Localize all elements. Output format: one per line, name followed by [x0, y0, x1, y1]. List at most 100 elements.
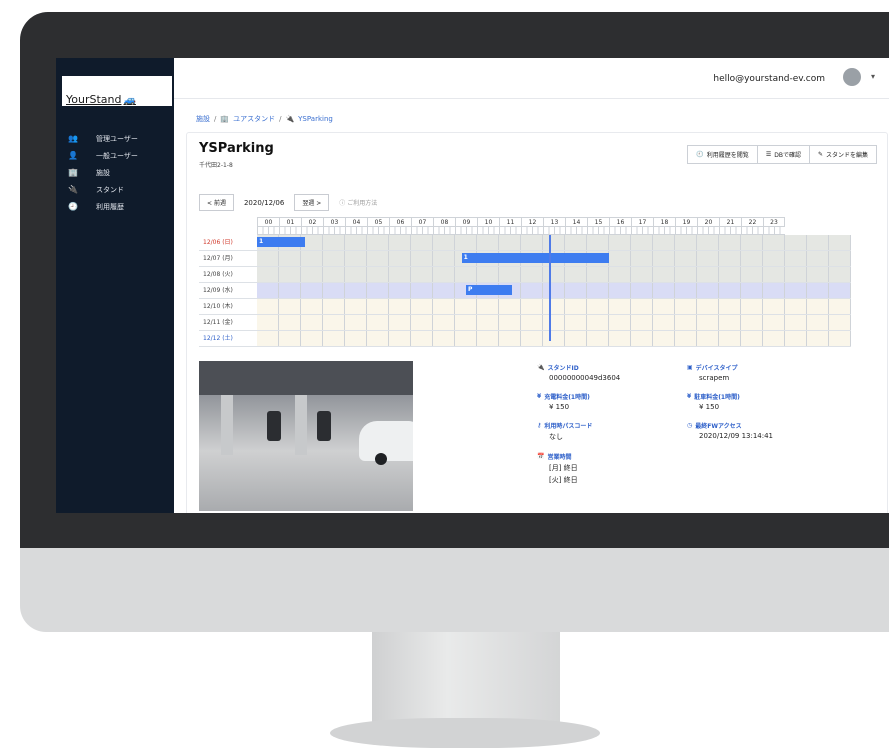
schedule-row: 12/10 (木) — [199, 299, 851, 315]
hour-tick — [653, 227, 675, 235]
day-slots[interactable] — [257, 315, 851, 330]
user-email[interactable]: hello@yourstand-ev.com — [713, 74, 825, 84]
hour-label: 00 — [257, 217, 279, 227]
current-time-line — [548, 235, 551, 341]
hour-label: 12 — [521, 217, 543, 227]
page-title: YSParking — [199, 141, 274, 156]
photo-charger — [317, 411, 331, 441]
stand-icon: 🔌 — [285, 115, 295, 123]
breadcrumb-separator: / — [279, 115, 282, 123]
day-slots[interactable] — [257, 267, 851, 282]
breadcrumb-separator: / — [214, 115, 217, 123]
day-label: 12/09 (水) — [203, 287, 233, 294]
day-label: 12/06 (日) — [203, 239, 233, 246]
schedule-row: 12/07 (月) 1 — [199, 251, 851, 267]
avatar[interactable] — [843, 68, 861, 86]
sidebar: YourStand 🚙 👥 管理ユーザー 👤 一般ユーザー 🏢 施設 🔌 スタンド 🕘 利用履歴 — [56, 58, 174, 513]
schedule-row: 12/06 (日) 1 — [199, 235, 851, 251]
business-hours-label: 営業時間 — [547, 454, 572, 461]
hour-label: 22 — [741, 217, 763, 227]
history-icon: 🕘 — [696, 151, 704, 158]
sidebar-item-4[interactable]: 🕘 利用履歴 — [56, 198, 174, 215]
hour-label: 15 — [587, 217, 609, 227]
business-hours-mon: [月] 終日 — [549, 464, 578, 472]
hour-tick — [763, 227, 785, 235]
sidebar-item-2[interactable]: 🏢 施設 — [56, 164, 174, 181]
photo-charger — [267, 411, 281, 441]
day-slots[interactable]: P — [257, 283, 851, 298]
howto-label: ご利用方法 — [347, 200, 378, 207]
building-icon: 🏢 — [220, 115, 230, 123]
device-icon: ▣ — [687, 364, 693, 371]
edit-stand-label: スタンドを編集 — [825, 152, 868, 159]
prev-week-button[interactable]: < 前週 — [199, 194, 234, 211]
db-check-button[interactable]: ☰ DBで確認 — [757, 145, 810, 164]
hour-label: 08 — [433, 217, 455, 227]
sidebar-item-label: 管理ユーザー — [96, 134, 138, 143]
car-icon: 🚙 — [123, 95, 136, 106]
schedule-grid: 00 01 02 03 04 05 06 07 08 09 10 11 12 13 14 15 16 17 18 19… — [199, 217, 851, 347]
sidebar-item-3[interactable]: 🔌 スタンド — [56, 181, 174, 198]
chevron-down-icon[interactable]: ▾ — [871, 72, 875, 81]
hour-tick — [257, 227, 279, 235]
prev-week-label: 前週 — [213, 200, 226, 207]
parking-fee-value: ¥ 150 — [699, 403, 720, 411]
hour-tick — [609, 227, 631, 235]
hour-tick — [433, 227, 455, 235]
day-slots[interactable] — [257, 331, 851, 346]
day-slots[interactable] — [257, 299, 851, 314]
hour-label: 05 — [367, 217, 389, 227]
hour-tick — [719, 227, 741, 235]
booking-bar[interactable]: 1 — [461, 253, 609, 263]
yen-icon: ¥ — [687, 393, 692, 400]
hour-tick — [631, 227, 653, 235]
sidebar-item-0[interactable]: 👥 管理ユーザー — [56, 130, 174, 147]
view-history-button[interactable]: 🕘 利用履歴を閲覧 — [687, 145, 758, 164]
booking-bar[interactable]: 1 — [257, 237, 306, 247]
breadcrumb-stand: YSParking — [298, 115, 333, 123]
help-icon: ⓘ — [339, 200, 346, 207]
hour-label: 01 — [279, 217, 301, 227]
device-type-label: デバイスタイプ — [695, 365, 738, 372]
db-check-label: DBで確認 — [774, 152, 801, 159]
schedule-row: 12/09 (水) P — [199, 283, 851, 299]
day-label: 12/08 (火) — [203, 271, 233, 278]
hour-header: 00 01 02 03 04 05 06 07 08 09 10 11 12 13 14 15 16 17 18 19… — [257, 217, 851, 227]
hour-label: 23 — [763, 217, 785, 227]
sidebar-item-label: 一般ユーザー — [96, 151, 138, 160]
hour-tick — [411, 227, 433, 235]
howto-link[interactable]: ⓘ ご利用方法 — [339, 198, 377, 207]
hour-label: 11 — [499, 217, 521, 227]
sidebar-item-1[interactable]: 👤 一般ユーザー — [56, 147, 174, 164]
charge-fee-label: 充電料金(1時間) — [544, 394, 590, 401]
monitor-base — [330, 718, 600, 748]
breadcrumb-facilities[interactable]: 施設 — [196, 114, 210, 124]
hour-label: 09 — [455, 217, 477, 227]
brand-logo[interactable]: YourStand 🚙 — [62, 76, 172, 106]
hour-tick — [301, 227, 323, 235]
day-label: 12/10 (木) — [203, 303, 233, 310]
next-week-button[interactable]: 翌週 > — [294, 194, 330, 211]
topbar: hello@yourstand-ev.com ▾ — [174, 58, 889, 99]
charge-fee-value: ¥ 150 — [549, 403, 570, 411]
hour-label: 20 — [697, 217, 719, 227]
day-slots[interactable]: 1 — [257, 235, 851, 250]
screen: YourStand 🚙 👥 管理ユーザー 👤 一般ユーザー 🏢 施設 🔌 スタンド 🕘 利用履歴 … — [56, 58, 889, 513]
last-access-value: 2020/12/09 13:14:41 — [699, 432, 774, 440]
admin-users-icon: 👥 — [68, 134, 78, 143]
booking-bar[interactable]: P — [466, 285, 513, 295]
hour-tick — [455, 227, 477, 235]
hour-tick — [477, 227, 499, 235]
day-label: 12/11 (金) — [203, 319, 233, 326]
hour-label: 10 — [477, 217, 499, 227]
day-slots[interactable]: 1 — [257, 251, 851, 266]
photo-pillar — [221, 395, 233, 455]
day-label: 12/12 (土) — [203, 335, 233, 342]
photo-wheel — [375, 453, 387, 465]
schedule-row: 12/08 (火) — [199, 267, 851, 283]
stand-address: 千代田2-1-8 — [199, 162, 233, 169]
hour-label: 06 — [389, 217, 411, 227]
edit-stand-button[interactable]: ✎ スタンドを編集 — [809, 145, 877, 164]
week-navigator: < 前週 2020/12/06 翌週 > ⓘ ご利用方法 — [199, 194, 377, 211]
breadcrumb-facility[interactable]: ユアスタンド — [233, 114, 275, 124]
